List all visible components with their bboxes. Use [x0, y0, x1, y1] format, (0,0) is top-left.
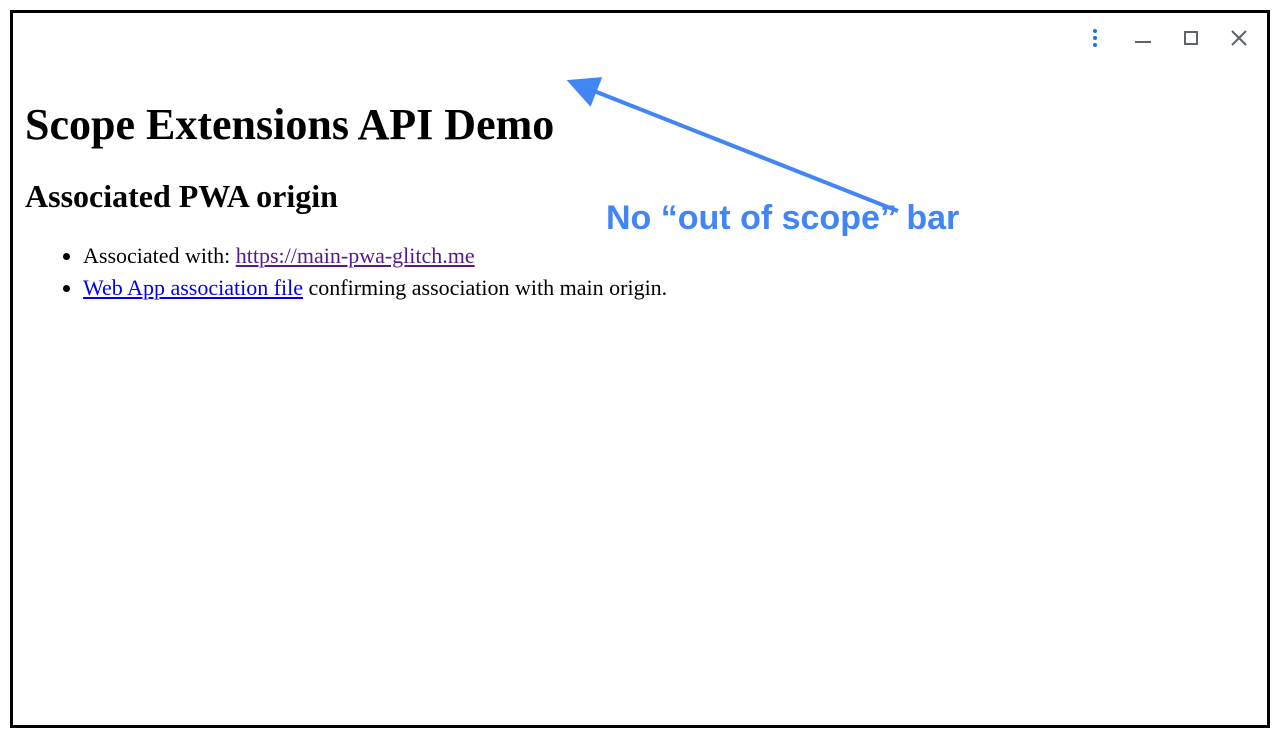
label-text: confirming association with main origin. [303, 275, 667, 300]
page-title: Scope Extensions API Demo [25, 99, 1255, 150]
app-window: Scope Extensions API Demo Associated PWA… [10, 10, 1270, 728]
minimize-button[interactable] [1133, 28, 1153, 48]
close-icon [1231, 30, 1247, 46]
annotation-label: No “out of scope” bar [606, 199, 959, 238]
kebab-menu-icon[interactable] [1085, 28, 1105, 48]
maximize-button[interactable] [1181, 28, 1201, 48]
close-button[interactable] [1229, 28, 1249, 48]
label-text: Associated with: [83, 243, 236, 268]
list-item: Associated with: https://main-pwa-glitch… [83, 241, 1255, 271]
maximize-icon [1184, 31, 1198, 45]
vertical-dots-icon [1093, 29, 1097, 47]
list-item: Web App association file confirming asso… [83, 273, 1255, 303]
associated-origin-link[interactable]: https://main-pwa-glitch.me [236, 243, 475, 268]
minimize-icon [1135, 41, 1151, 43]
title-bar [13, 13, 1267, 63]
association-list: Associated with: https://main-pwa-glitch… [25, 241, 1255, 302]
association-file-link[interactable]: Web App association file [83, 275, 303, 300]
